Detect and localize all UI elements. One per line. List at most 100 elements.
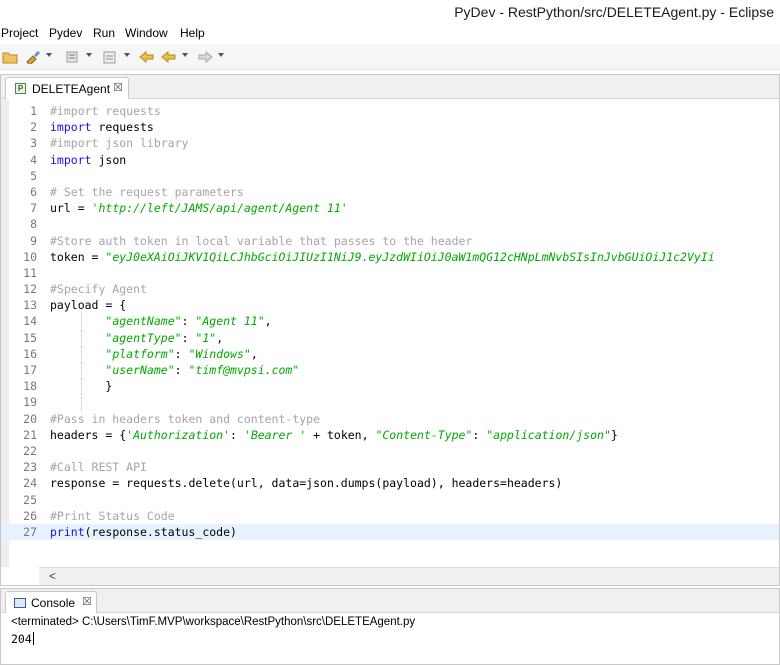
- line-number: 3: [30, 136, 37, 151]
- line-number: 17: [23, 363, 37, 377]
- code-line[interactable]: 1 #import requests: [1, 103, 779, 119]
- code-line[interactable]: 9 #Store auth token in local variable tha…: [1, 233, 779, 249]
- menu-project[interactable]: Project: [1, 26, 38, 40]
- code-token: "Content-Type": [375, 427, 473, 442]
- code-line[interactable]: 2 import requests: [1, 119, 779, 135]
- code-token: token =: [50, 249, 106, 264]
- run-config-dropdown-icon[interactable]: [124, 53, 130, 57]
- code-line[interactable]: 15 "agentType": "1",: [1, 329, 779, 346]
- code-token: json: [91, 152, 127, 167]
- console-tab-strip: Console ☒: [1, 589, 779, 613]
- code-area[interactable]: 1 #import requests 2 import requests 3 #impor…: [1, 99, 779, 567]
- code-line[interactable]: 27 print(response.status_code): [1, 523, 779, 541]
- code-text: url = 'http://left/JAMS/api/agent/Agent …: [50, 200, 348, 216]
- code-text: "agentName": "Agent 11",: [50, 313, 271, 329]
- menu-window[interactable]: Window: [125, 26, 168, 40]
- code-line[interactable]: 26 #Print Status Code: [1, 508, 779, 524]
- line-number: 18: [23, 379, 37, 394]
- back-arrow-icon[interactable]: [160, 50, 178, 64]
- tab-console[interactable]: Console ☒: [5, 591, 97, 613]
- line-number: 23: [23, 460, 37, 475]
- line-number: 14: [23, 314, 37, 329]
- scroll-left-icon[interactable]: <: [49, 569, 56, 583]
- code-line[interactable]: 14 "agentName": "Agent 11",: [1, 313, 779, 330]
- code-line[interactable]: 23 #Call REST API: [1, 459, 779, 475]
- window-titlebar: PyDev - RestPython/src/DELETEAgent.py - …: [0, 0, 780, 24]
- code-token: :: [181, 330, 196, 345]
- code-line[interactable]: 4 import json: [1, 152, 779, 168]
- line-number: 2: [30, 120, 37, 135]
- code-line[interactable]: 13 payload = {: [1, 297, 779, 313]
- forward-arrow-icon[interactable]: [196, 50, 214, 64]
- horizontal-scrollbar[interactable]: <: [39, 567, 779, 585]
- code-token: :: [181, 314, 196, 329]
- code-token: #Specify Agent: [50, 282, 147, 297]
- open-folder-icon[interactable]: [2, 50, 20, 64]
- code-text: # Set the request parameters: [50, 184, 244, 200]
- menu-bar: Project Pydev Run Window Help: [0, 24, 780, 44]
- forward-dropdown-icon[interactable]: [218, 53, 224, 57]
- code-text: payload = {: [50, 297, 126, 313]
- code-text: #import requests: [50, 103, 161, 119]
- last-edit-icon[interactable]: [138, 50, 156, 64]
- tab-deleteagent[interactable]: P DELETEAgent ☒: [5, 77, 129, 99]
- code-line[interactable]: 22: [1, 443, 779, 459]
- code-text: #import json library: [50, 135, 188, 151]
- code-line[interactable]: 20 #Pass in headers token and content-typ…: [1, 411, 779, 427]
- brush-icon[interactable]: [24, 50, 42, 64]
- code-token: "timf@mvpsi.com": [188, 363, 300, 377]
- output-text: 204: [11, 632, 32, 646]
- code-line[interactable]: 16 "platform": "Windows",: [1, 345, 779, 362]
- line-number: 12: [23, 282, 37, 297]
- code-token: requests: [91, 120, 154, 135]
- code-line[interactable]: 24 response = requests.delete(url, data=j…: [1, 475, 779, 491]
- code-token: :: [174, 363, 189, 377]
- line-number: 11: [23, 265, 37, 280]
- window-title: PyDev - RestPython/src/DELETEAgent.py - …: [454, 4, 774, 20]
- code-line[interactable]: 7 url = 'http://left/JAMS/api/agent/Agent…: [1, 200, 779, 216]
- menu-help[interactable]: Help: [180, 26, 205, 40]
- code-token: import: [50, 120, 92, 135]
- debug-dropdown-icon[interactable]: [86, 53, 92, 57]
- code-line[interactable]: 3 #import json library: [1, 135, 779, 151]
- code-token: url =: [50, 201, 92, 216]
- code-text: import json: [50, 152, 126, 168]
- menu-run[interactable]: Run: [93, 26, 115, 40]
- code-line[interactable]: 12 #Specify Agent: [1, 281, 779, 297]
- code-token: "platform": [105, 346, 175, 361]
- run-config-icon[interactable]: [102, 50, 120, 64]
- code-token: ,: [216, 330, 224, 345]
- code-line[interactable]: 10 token = "eyJ0eXAiOiJKV1QiLCJhbGciOiJIU…: [1, 249, 779, 265]
- close-icon[interactable]: ☒: [113, 81, 123, 94]
- code-token: #Store auth token in local variable that…: [50, 233, 473, 248]
- code-line[interactable]: 18 }: [1, 378, 779, 395]
- back-dropdown-icon[interactable]: [182, 53, 188, 57]
- line-number: 4: [30, 152, 37, 167]
- console-output[interactable]: 204: [11, 632, 34, 646]
- code-text: import requests: [50, 119, 154, 135]
- code-token: }: [610, 427, 618, 442]
- code-line[interactable]: 8: [1, 216, 779, 232]
- code-token: import: [50, 152, 92, 167]
- code-line[interactable]: 25: [1, 492, 779, 508]
- code-line[interactable]: 17 "userName": "timf@mvpsi.com": [1, 362, 779, 379]
- brush-dropdown-icon[interactable]: [46, 53, 52, 57]
- code-token: "Agent 11": [195, 314, 265, 329]
- debug-icon[interactable]: [64, 50, 82, 64]
- code-text: }: [50, 378, 112, 394]
- code-line[interactable]: 6 # Set the request parameters: [1, 184, 779, 200]
- code-text: print(response.status_code): [50, 524, 237, 540]
- editor-tab-strip: P DELETEAgent ☒: [1, 75, 779, 99]
- indent-guide: [81, 394, 82, 411]
- code-line[interactable]: 21 headers = {'Authorization': 'Bearer ' …: [1, 427, 779, 443]
- line-number: 5: [30, 168, 37, 183]
- code-line[interactable]: 11: [1, 265, 779, 281]
- code-line[interactable]: 5: [1, 168, 779, 184]
- code-text: response = requests.delete(url, data=jso…: [50, 475, 562, 491]
- code-line[interactable]: 19: [1, 394, 779, 411]
- close-icon[interactable]: ☒: [82, 595, 92, 608]
- menu-pydev[interactable]: Pydev: [49, 26, 82, 40]
- line-number: 15: [23, 330, 37, 345]
